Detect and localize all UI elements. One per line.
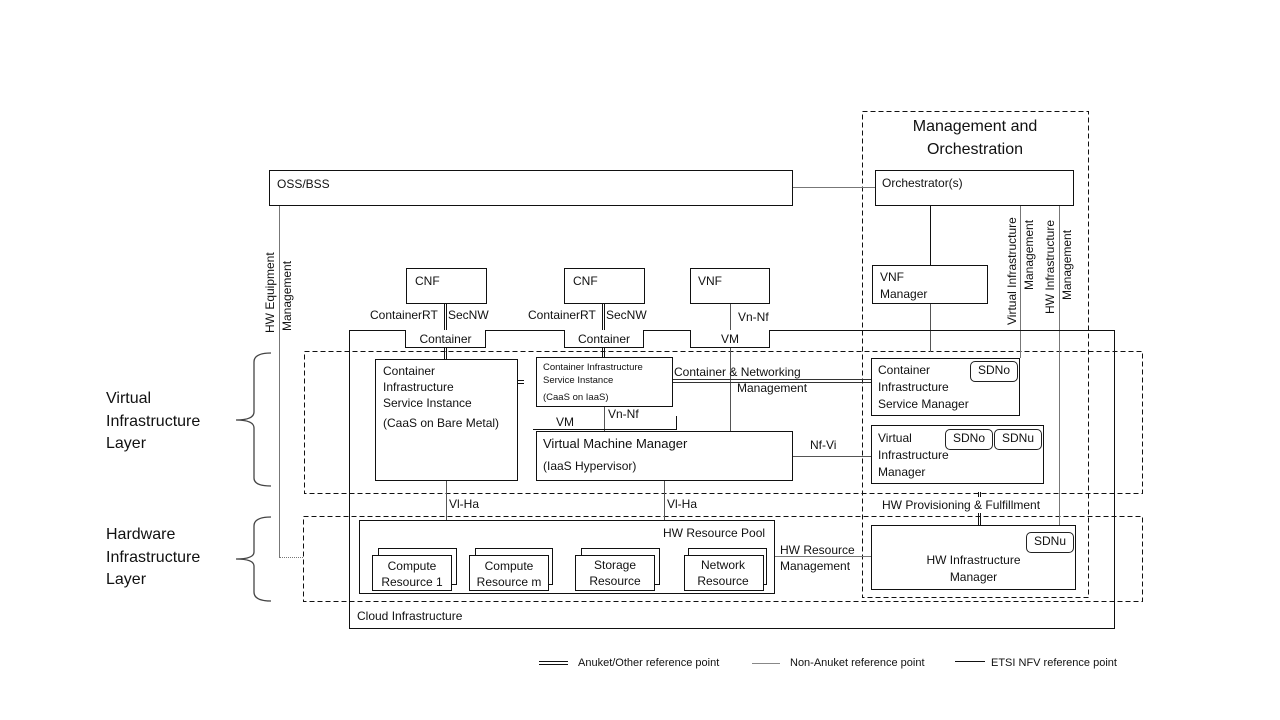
cism-box[interactable]: Container Infrastructure Service Manager…	[871, 358, 1020, 416]
cis-iaas-line2: Service Instance	[543, 375, 614, 386]
him-line1: HW Infrastructure	[926, 553, 1021, 567]
legend-non-anuket-label: Non-Anuket reference point	[790, 657, 925, 669]
vm-label: VM	[721, 332, 739, 346]
cnf-box-1[interactable]: CNF	[406, 268, 487, 304]
vnf-manager-label-1: VNF	[880, 270, 904, 284]
inner-vm-label: VM	[556, 415, 574, 429]
orchestrator-label: Orchestrator(s)	[882, 176, 963, 190]
vi-mgmt-label-2: Management	[1022, 219, 1036, 290]
container-box-2[interactable]: Container	[564, 330, 644, 348]
hw-resource-mgmt-label-1: HW Resource	[780, 543, 855, 557]
cis-bm-line3: Service Instance	[383, 396, 472, 410]
resource-storage[interactable]: Storage Resource	[575, 555, 655, 591]
hardware-layer-brace	[235, 516, 272, 602]
vm-box[interactable]: VM	[690, 330, 770, 348]
resource-compute-1[interactable]: Compute Resource 1	[372, 555, 452, 591]
cism-line2: Infrastructure	[878, 380, 949, 394]
hw-mgmt-label-1: HW Infrastructure	[1043, 219, 1057, 314]
cloud-infrastructure-label: Cloud Infrastructure	[357, 609, 463, 623]
vnf-manager-label-2: Manager	[880, 287, 928, 301]
vn-nf-inner-label: Vn-Nf	[608, 407, 639, 421]
resource-network[interactable]: Network Resource	[684, 555, 764, 591]
cism-sdno-badge: SDNo	[970, 361, 1018, 382]
container-label-2: Container	[577, 332, 631, 346]
hw-provisioning-label: HW Provisioning & Fulfillment	[882, 497, 1041, 513]
resource-compute-m-line2: Resource m	[476, 575, 542, 589]
resource-compute-1-line1: Compute	[387, 559, 437, 573]
mano-title-line1: Management and	[912, 118, 1038, 135]
vim-line2: Infrastructure	[878, 448, 949, 462]
vim-sdnu-badge: SDNu	[994, 429, 1042, 450]
hw-resource-pool-title: HW Resource Pool	[663, 526, 766, 540]
mano-title-line2: Orchestration	[926, 141, 1024, 158]
vn-nf-top-label: Vn-Nf	[738, 310, 769, 324]
vnf-label: VNF	[698, 274, 722, 288]
cis-bare-metal-box[interactable]: Container Infrastructure Service Instanc…	[375, 359, 518, 481]
vim-sdno-badge: SDNo	[945, 429, 993, 450]
vnf-box[interactable]: VNF	[690, 268, 770, 304]
him-line2: Manager	[949, 570, 998, 584]
vim-box[interactable]: Virtual Infrastructure Manager SDNo SDNu	[871, 425, 1044, 484]
hardware-layer-label-2: Infrastructure	[106, 549, 201, 566]
hw-equipment-label-2: Management	[280, 260, 294, 331]
vi-ha-label-1: Vl-Ha	[449, 497, 480, 511]
hardware-layer-label-1: Hardware	[106, 526, 176, 543]
vnf-manager-box[interactable]: VNF Manager	[872, 265, 988, 304]
secnw-label-1: SecNW	[448, 308, 489, 322]
containerrt-label-2: ContainerRT	[528, 308, 596, 322]
cis-bm-line2: Infrastructure	[383, 380, 454, 394]
resource-network-line2: Resource	[697, 574, 749, 588]
container-label-1: Container	[419, 332, 472, 346]
resource-compute-1-line2: Resource 1	[381, 575, 443, 589]
cnf-label-2: CNF	[573, 274, 598, 288]
secnw-label-2: SecNW	[606, 308, 647, 322]
virtual-layer-label-3: Layer	[106, 435, 147, 452]
cis-bm-line4: (CaaS on Bare Metal)	[383, 416, 500, 430]
resource-network-line1: Network	[700, 558, 745, 572]
vi-mgmt-label-1: Virtual Infrastructure	[1005, 217, 1019, 325]
cnf-label-1: CNF	[415, 274, 440, 288]
cis-bm-line1: Container	[383, 364, 436, 378]
oss-bss-box[interactable]: OSS/BSS	[269, 170, 793, 206]
virtual-layer-brace	[235, 352, 272, 487]
hw-equipment-label-1: HW Equipment	[263, 252, 277, 333]
cis-iaas-box[interactable]: Container Infrastructure Service Instanc…	[536, 357, 673, 407]
resource-storage-line2: Resource	[589, 574, 641, 588]
containerrt-label-1: ContainerRT	[370, 308, 438, 322]
him-sdnu-badge: SDNu	[1026, 532, 1074, 553]
vmm-box[interactable]: Virtual Machine Manager (IaaS Hypervisor…	[536, 431, 793, 481]
vim-line3: Manager	[878, 465, 926, 479]
virtual-layer-label-1: Virtual	[106, 390, 152, 407]
hardware-layer-label-3: Layer	[106, 571, 147, 588]
cism-line3: Service Manager	[878, 397, 969, 411]
hw-infra-manager-box[interactable]: HW Infrastructure Manager SDNu	[871, 525, 1076, 590]
container-net-mgmt-label-1: Container & Networking	[674, 365, 801, 379]
oss-bss-label: OSS/BSS	[277, 177, 330, 191]
vim-line1: Virtual	[878, 431, 912, 445]
resource-compute-m[interactable]: Compute Resource m	[469, 555, 549, 591]
container-box-1[interactable]: Container	[405, 330, 486, 348]
resource-compute-m-line1: Compute	[484, 559, 534, 573]
hw-resource-mgmt-label-2: Management	[780, 559, 851, 573]
legend-etsi-label: ETSI NFV reference point	[991, 657, 1117, 669]
legend-anuket-label: Anuket/Other reference point	[578, 657, 720, 669]
vi-ha-label-2: Vl-Ha	[667, 497, 698, 511]
hw-mgmt-label-2: Management	[1060, 229, 1074, 300]
vmm-line1: Virtual Machine Manager	[543, 436, 688, 451]
vmm-line2: (IaaS Hypervisor)	[543, 459, 637, 473]
cism-line1: Container	[878, 363, 931, 377]
cis-iaas-line1: Container Infrastructure	[543, 362, 643, 373]
cis-iaas-line3: (CaaS on IaaS)	[543, 392, 609, 403]
resource-storage-line1: Storage	[593, 558, 637, 572]
container-net-mgmt-label-2: Management	[737, 381, 808, 395]
virtual-layer-label-2: Infrastructure	[106, 413, 201, 430]
nf-vi-label: Nf-Vi	[810, 438, 837, 452]
cnf-box-2[interactable]: CNF	[564, 268, 645, 304]
orchestrator-box[interactable]: Orchestrator(s)	[875, 170, 1074, 206]
